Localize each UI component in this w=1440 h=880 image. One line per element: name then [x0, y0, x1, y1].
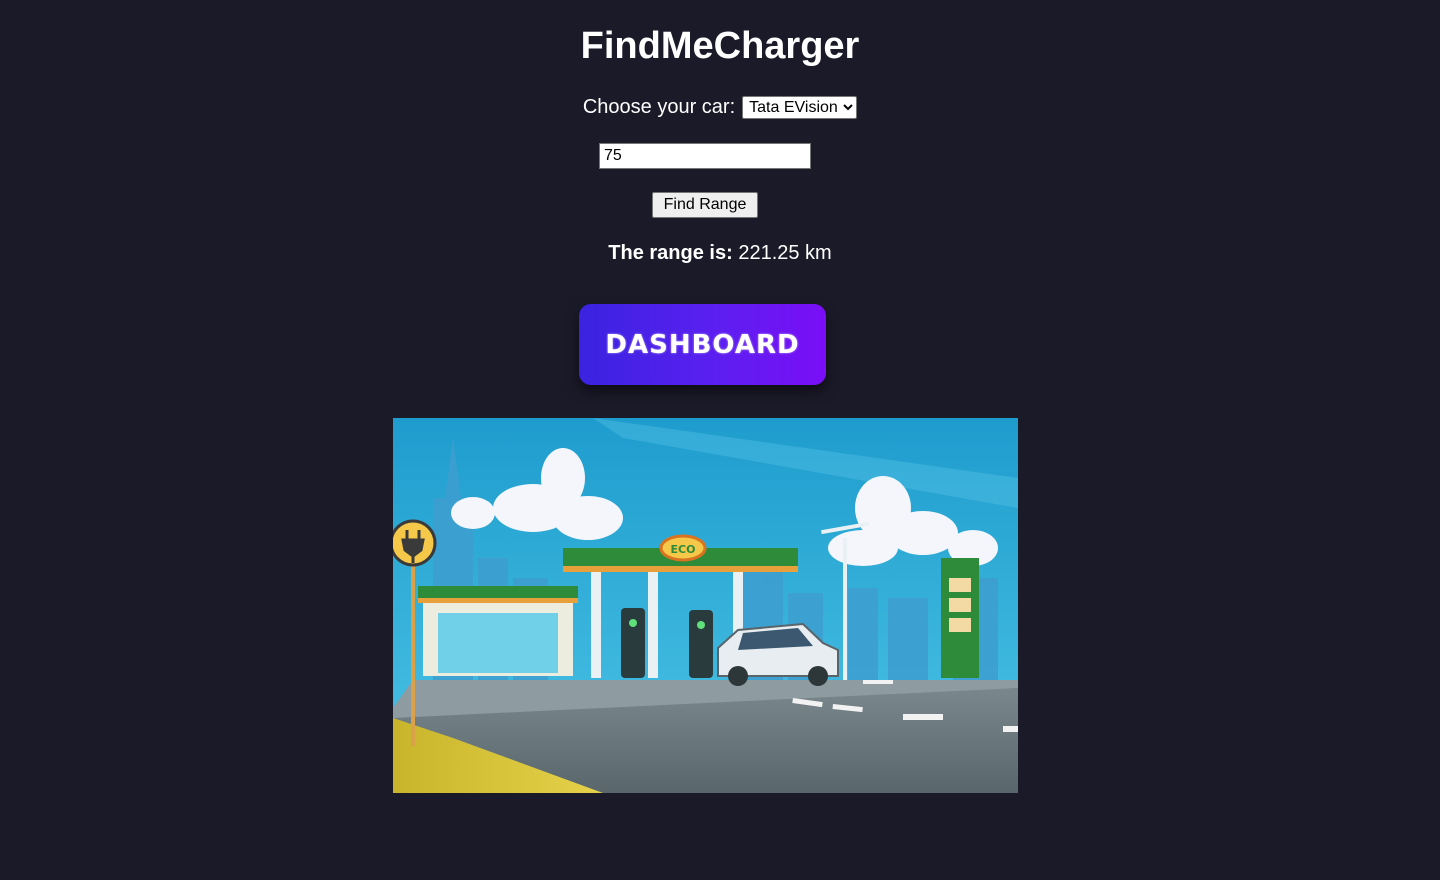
find-range-button[interactable]: Find Range [652, 192, 758, 218]
car-select-label: Choose your car: [582, 96, 736, 118]
charge-input[interactable] [599, 143, 811, 169]
dashboard-button[interactable]: DASHBOARD [579, 304, 826, 385]
range-result-label: The range is: [608, 242, 733, 264]
charging-station-illustration: ECO [393, 418, 1018, 793]
car-select[interactable]: Tata EVision [742, 95, 858, 119]
car-selection-row: Choose your car: Tata EVision [0, 95, 1440, 119]
station-sign-text: ECO [671, 543, 696, 556]
range-result: The range is: 221.25 km [0, 241, 1440, 265]
range-result-value: 221.25 km [738, 242, 832, 264]
page-title: FindMeCharger [580, 25, 860, 67]
